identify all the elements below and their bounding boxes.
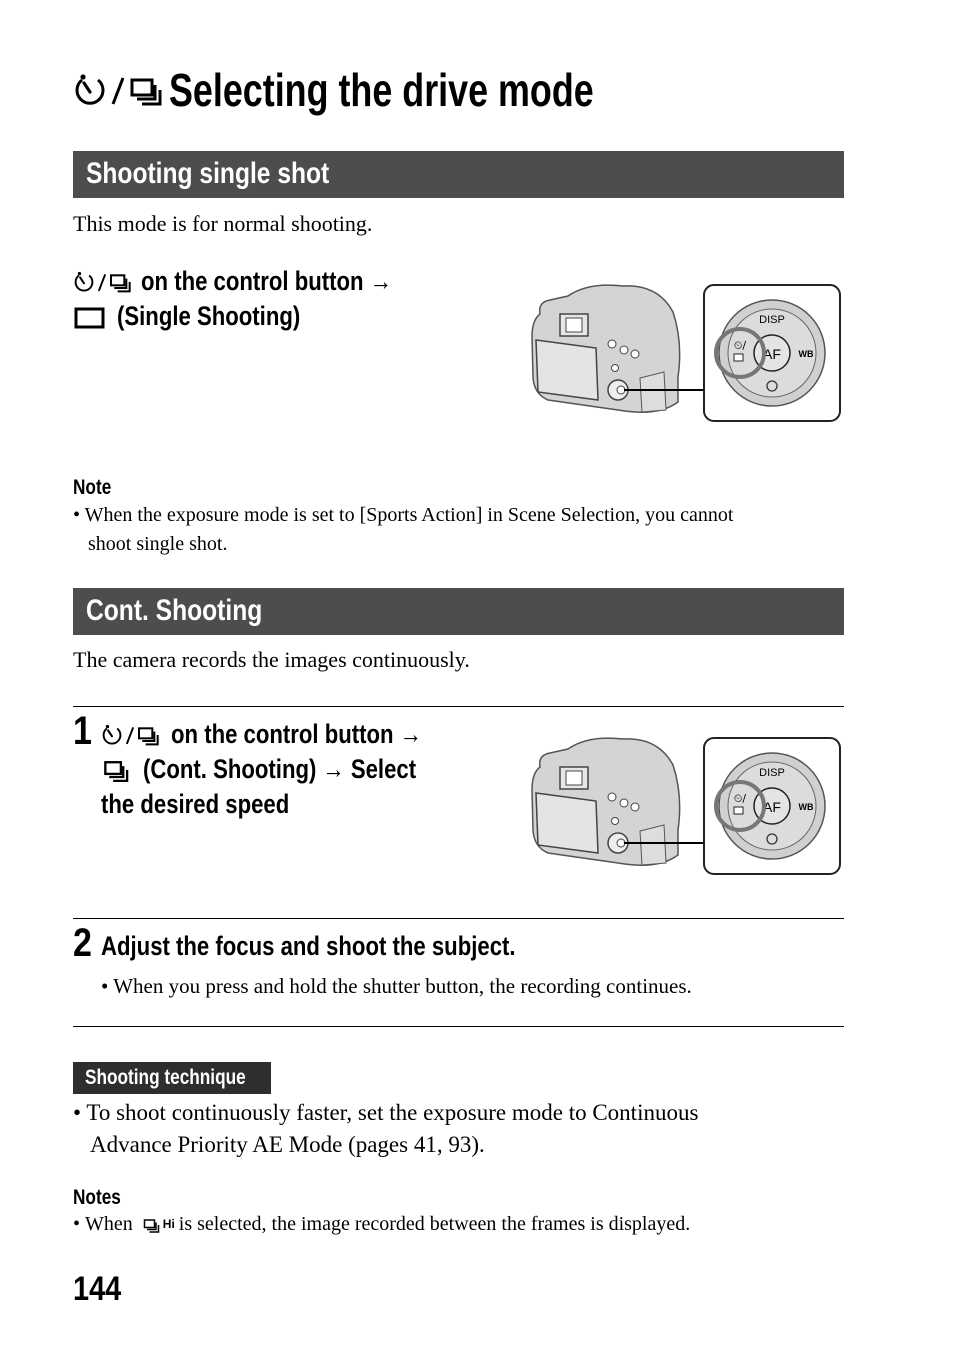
self-timer-icon <box>75 74 105 105</box>
dial-timer-glyph: ⏲/ <box>734 792 747 805</box>
bullet: • <box>101 974 109 998</box>
step-1-line-2: (Cont. Shooting) → Select <box>143 752 416 787</box>
control-dial-inset: AF DISP WB ⏲/ <box>703 737 841 875</box>
camera-body-drawing <box>531 284 681 413</box>
section-header-single-shot-text: Shooting single shot <box>86 157 330 190</box>
self-timer-icon <box>102 724 122 745</box>
notes-text-after: is selected, the image recorded between … <box>178 1213 691 1235</box>
section-header-cont-shooting-text: Cont. Shooting <box>86 594 263 627</box>
bullet: • <box>73 1213 81 1235</box>
technique-item: • To shoot continuously faster, set the … <box>73 1097 698 1161</box>
bullet: • <box>73 504 81 526</box>
divider <box>73 1026 844 1027</box>
instruction-line-1: on the control button <box>141 266 364 296</box>
note-text-line-2: shoot single shot. <box>88 533 228 555</box>
dial-burst-glyph <box>733 806 744 815</box>
step-2-bullet-text: When you press and hold the shutter butt… <box>113 974 692 998</box>
step-1-line-1: on the control button → <box>171 717 422 752</box>
notes-item: • When Hi is selected, the image recorde… <box>73 1210 690 1239</box>
dial-disp-label: DISP <box>759 314 785 326</box>
step-2-title: Adjust the focus and shoot the subject. <box>101 931 516 961</box>
slash-separator <box>111 77 125 105</box>
single-shot-intro: This mode is for normal shooting. <box>73 211 373 236</box>
continuous-shooting-icon <box>130 78 162 106</box>
notes-text-before: When <box>85 1213 133 1235</box>
continuous-shooting-icon <box>143 1218 160 1233</box>
camera-illustration-1: AF DISP WB ⏲/ <box>531 284 841 422</box>
camera-illustration-2: AF DISP WB ⏲/ <box>531 737 841 875</box>
technique-line-1: To shoot continuously faster, set the ex… <box>86 1100 699 1125</box>
step-1-instruction: on the control button → (Cont. Shooting)… <box>101 717 477 822</box>
camera-body-drawing <box>531 737 681 866</box>
instruction-line-2: (Single Shooting) <box>117 301 301 331</box>
shooting-technique-badge: Shooting technique <box>73 1062 271 1094</box>
single-shooting-icon <box>74 307 105 328</box>
dial-burst-glyph <box>733 353 744 362</box>
arrow-icon: → <box>399 719 422 749</box>
hi-speed-label: Hi <box>162 1217 175 1231</box>
step-1-line-2a: (Cont. Shooting) <box>143 754 317 784</box>
self-timer-icon <box>74 271 94 292</box>
note-label: Note <box>73 476 112 499</box>
slash-separator <box>97 273 107 291</box>
shooting-technique-badge-text: Shooting technique <box>85 1066 246 1089</box>
slash-separator <box>125 726 135 744</box>
step-number-2: 2 <box>73 921 92 965</box>
continuous-shooting-icon <box>110 273 131 292</box>
single-shot-instruction: on the control button → (Single Shooting… <box>73 264 447 334</box>
technique-line-2: Advance Priority AE Mode (pages 41, 93). <box>90 1132 485 1157</box>
divider <box>73 706 844 707</box>
page-title: Selecting the drive mode <box>169 64 594 116</box>
step-2-title-row: Adjust the focus and shoot the subject. <box>101 929 607 964</box>
note-item: • When the exposure mode is set to [Spor… <box>73 501 843 559</box>
dial-timer-glyph: ⏲/ <box>734 339 747 352</box>
section-header-cont-shooting: Cont. Shooting <box>73 588 844 635</box>
page-title-row: Selecting the drive mode <box>73 62 713 118</box>
arrow-icon: → <box>369 266 392 296</box>
step-1-line-3: the desired speed <box>101 789 290 819</box>
dial-wb-label: WB <box>799 349 814 359</box>
step-number-1: 1 <box>73 709 92 753</box>
cont-shooting-intro: The camera records the images continuous… <box>73 647 470 672</box>
continuous-shooting-icon <box>104 760 129 782</box>
arrow-icon: → <box>322 754 345 784</box>
step-1-line-1-text: on the control button <box>171 719 394 749</box>
dial-wb-label: WB <box>799 802 814 812</box>
bullet: • <box>73 1100 82 1125</box>
continuous-shooting-icon <box>138 726 159 745</box>
dial-disp-label: DISP <box>759 767 785 779</box>
section-header-single-shot: Shooting single shot <box>73 151 844 198</box>
note-text-line-1: When the exposure mode is set to [Sports… <box>84 504 734 526</box>
control-dial-inset: AF DISP WB ⏲/ <box>703 284 841 422</box>
instruction-text: on the control button → <box>141 264 392 299</box>
step-1-line-2b: Select <box>350 754 417 784</box>
divider <box>73 918 844 919</box>
page-number: 144 <box>73 1270 122 1308</box>
step-2-bullet-item: • When you press and hold the shutter bu… <box>101 972 692 1001</box>
notes-label: Notes <box>73 1186 121 1209</box>
